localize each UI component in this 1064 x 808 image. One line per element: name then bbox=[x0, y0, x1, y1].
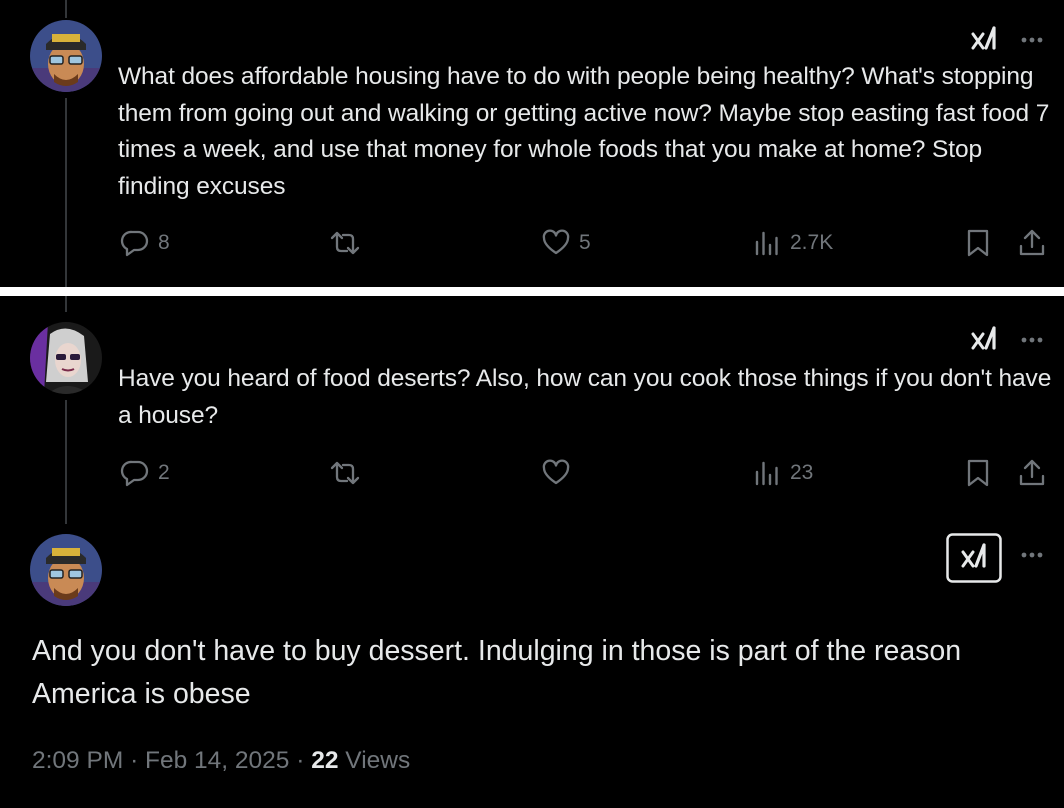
focal-tweet-text: And you don't have to buy dessert. Indul… bbox=[32, 635, 962, 710]
grok-button[interactable] bbox=[968, 324, 1000, 356]
share-button[interactable] bbox=[1017, 228, 1047, 258]
avatar[interactable] bbox=[30, 322, 102, 394]
reply-button[interactable]: 2 bbox=[120, 458, 170, 488]
bookmark-button[interactable] bbox=[964, 228, 992, 258]
views-count: 23 bbox=[790, 461, 814, 484]
tweet-time[interactable]: 2:09 PM bbox=[32, 747, 123, 774]
like-button[interactable]: 5 bbox=[541, 228, 591, 258]
grok-button[interactable] bbox=[946, 533, 1002, 583]
repost-icon bbox=[330, 461, 360, 485]
like-icon bbox=[542, 459, 570, 485]
grok-button[interactable] bbox=[968, 24, 1000, 56]
repost-button[interactable] bbox=[329, 458, 369, 488]
views-icon bbox=[755, 231, 778, 256]
share-icon bbox=[1019, 459, 1045, 486]
reply-tweet-1: What does affordable housing have to do … bbox=[0, 0, 1064, 287]
reply-icon bbox=[120, 460, 149, 487]
share-button[interactable] bbox=[1017, 458, 1047, 488]
avatar[interactable] bbox=[30, 534, 102, 606]
tweet-date[interactable]: Feb 14, 2025 bbox=[145, 747, 289, 774]
share-icon bbox=[1019, 229, 1045, 256]
tweet-text: Have you heard of food deserts? Also, ho… bbox=[118, 365, 1052, 429]
bookmark-icon bbox=[967, 459, 989, 487]
thread-line-top bbox=[65, 296, 67, 312]
more-button[interactable] bbox=[1014, 330, 1050, 350]
views-button[interactable]: 2.7K bbox=[752, 228, 833, 258]
reply-count: 2 bbox=[158, 461, 170, 484]
screenshot-divider bbox=[0, 287, 1064, 296]
conversation-panel: Have you heard of food deserts? Also, ho… bbox=[0, 296, 1064, 808]
tweet-text: What does affordable housing have to do … bbox=[118, 63, 1050, 200]
avatar[interactable] bbox=[30, 20, 102, 92]
bookmark-icon bbox=[967, 229, 989, 257]
views-icon bbox=[755, 461, 778, 486]
thread-line-top bbox=[65, 0, 67, 18]
more-icon bbox=[1021, 552, 1043, 558]
reply-button[interactable]: 8 bbox=[120, 228, 170, 258]
repost-button[interactable] bbox=[329, 228, 369, 258]
separator-dot: · bbox=[296, 747, 312, 774]
reply-count: 8 bbox=[158, 231, 170, 254]
thread-line bbox=[65, 98, 67, 287]
bookmark-button[interactable] bbox=[964, 458, 992, 488]
thread-line bbox=[65, 400, 67, 524]
grok-icon bbox=[946, 533, 1002, 583]
more-button[interactable] bbox=[1014, 30, 1050, 50]
reply-icon bbox=[120, 230, 149, 257]
views-button[interactable]: 23 bbox=[752, 458, 813, 488]
views-label: Views bbox=[345, 747, 411, 774]
grok-icon bbox=[971, 26, 996, 50]
more-button[interactable] bbox=[1014, 545, 1050, 565]
like-icon bbox=[542, 229, 570, 255]
separator-dot: · bbox=[130, 747, 146, 774]
tweet-metadata: 2:09 PM · Feb 14, 2025 · 22 Views bbox=[32, 747, 410, 775]
more-icon bbox=[1021, 337, 1043, 343]
like-button[interactable] bbox=[541, 458, 579, 488]
views-count: 22 bbox=[311, 747, 339, 774]
more-icon bbox=[1021, 37, 1043, 43]
views-count: 2.7K bbox=[790, 231, 834, 254]
repost-icon bbox=[330, 231, 360, 255]
like-count: 5 bbox=[579, 231, 591, 254]
grok-icon bbox=[971, 326, 996, 350]
